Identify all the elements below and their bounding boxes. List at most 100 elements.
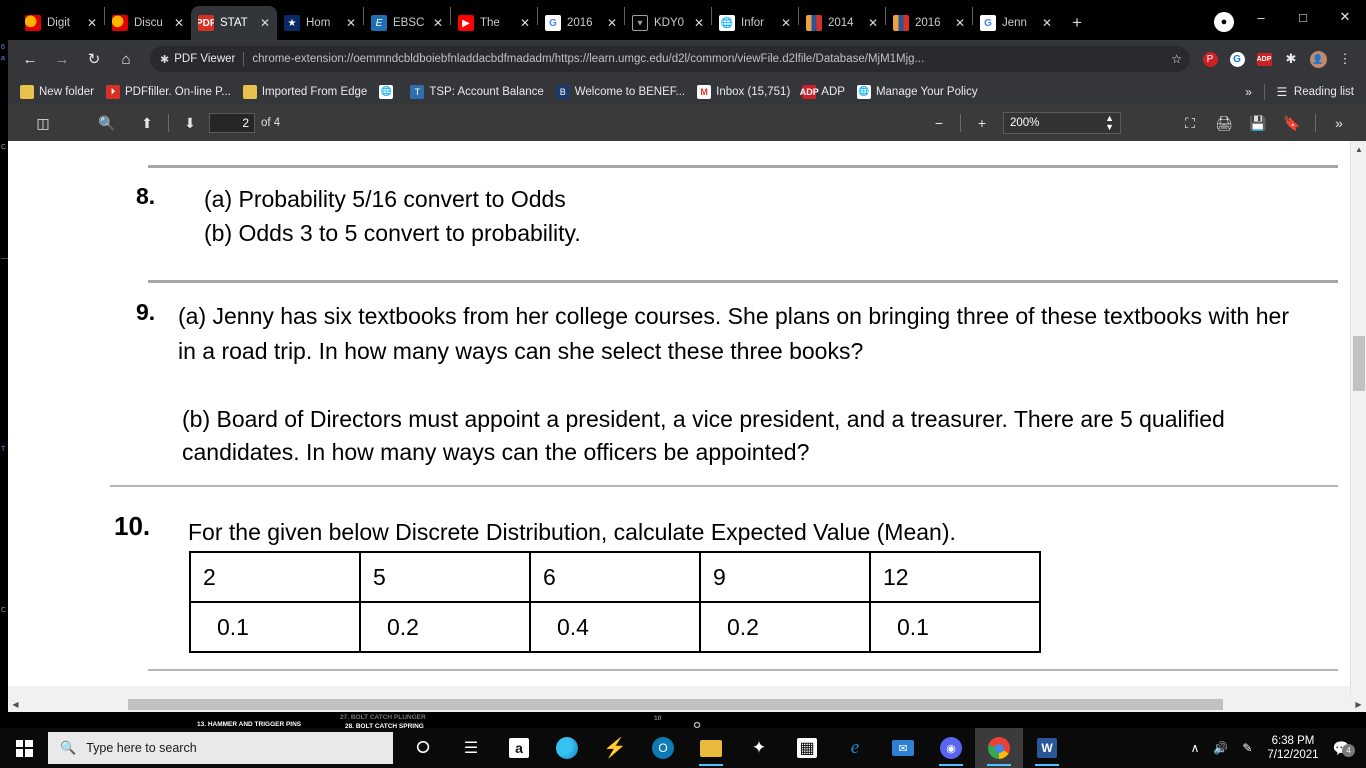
tab-close-icon[interactable]: ✕ (1039, 15, 1055, 31)
bookmark-adp[interactable]: ADP ADP (796, 81, 851, 102)
browser-tab-hom[interactable]: ★ Hom ✕ (277, 6, 363, 40)
bookmarks-overflow-icon[interactable]: » (1237, 85, 1260, 99)
adp-icon[interactable]: ADP (1251, 46, 1277, 72)
reading-list-button[interactable]: ☰ Reading list (1269, 81, 1360, 102)
bookmark-new-folder[interactable]: New folder (14, 81, 100, 102)
browser-tab-infor[interactable]: 🌐 Infor ✕ (712, 6, 798, 40)
tab-close-icon[interactable]: ✕ (691, 15, 707, 31)
browser-tab-the[interactable]: ▶ The ✕ (451, 6, 537, 40)
tab-close-icon[interactable]: ✕ (865, 15, 881, 31)
tab-close-icon[interactable]: ✕ (257, 15, 273, 31)
browser-tab-jenn[interactable]: G Jenn ✕ (973, 6, 1059, 40)
windows-start-icon[interactable] (0, 728, 48, 768)
page-number-input[interactable]: 2 (209, 113, 255, 133)
microsoft-store-icon[interactable]: ▦ (783, 728, 831, 768)
table-cell-value: 12 (869, 551, 1041, 603)
bookmark-tsp-account-balance[interactable]: T TSP: Account Balance (404, 81, 549, 102)
home-icon[interactable]: ⌂ (112, 45, 140, 73)
pinterest-icon[interactable]: P (1197, 46, 1223, 72)
pdf-toolbar-right: − + 200% ▲ ▼ ⛶ 🖨 💾 🔖 » (924, 108, 1356, 138)
pdf-more-icon[interactable]: » (1322, 108, 1356, 138)
bookmark-icon[interactable]: 🔖 (1275, 108, 1309, 138)
more-menu-icon[interactable]: ⋮ (1332, 46, 1358, 72)
divider-rule (148, 165, 1338, 168)
bookmark-imported-from-edge[interactable]: Imported From Edge (237, 81, 373, 102)
back-icon[interactable]: ← (16, 45, 44, 73)
browser-tab-2016-b[interactable]: 2016 ✕ (886, 6, 972, 40)
tab-close-icon[interactable]: ✕ (517, 15, 533, 31)
search-input[interactable]: 🔍 Type here to search (48, 732, 393, 764)
address-bar[interactable]: ✱ PDF Viewer chrome-extension://oemmndcb… (150, 46, 1190, 72)
browser-tab-kdy0[interactable]: ▾ KDY0 ✕ (625, 6, 711, 40)
browser-tab-stat-active[interactable]: PDF STAT ✕ (191, 6, 277, 40)
bookmark-globe-unnamed[interactable]: 🌐 (373, 81, 404, 102)
tab-close-icon[interactable]: ✕ (952, 15, 968, 31)
file-explorer-icon[interactable] (687, 728, 735, 768)
horizontal-scrollbar[interactable]: ◀ ▶ (8, 697, 1366, 712)
internet-explorer-icon[interactable]: e (831, 728, 879, 768)
scroll-up-arrow-icon[interactable]: ▲ (1351, 141, 1366, 158)
browser-tab-discu[interactable]: Discu ✕ (105, 6, 191, 40)
amazon-icon[interactable]: a (495, 728, 543, 768)
avatar[interactable]: ● (1214, 12, 1234, 32)
volume-icon[interactable]: 🔊 (1206, 741, 1235, 755)
bookmark-star-icon[interactable]: ☆ (1171, 52, 1182, 66)
new-tab-button[interactable]: + (1063, 9, 1091, 37)
tab-close-icon[interactable]: ✕ (343, 15, 359, 31)
bookmark-pdffiller[interactable]: ⏵ PDFfiller. On-line P... (100, 81, 237, 102)
tab-close-icon[interactable]: ✕ (430, 15, 446, 31)
download-icon[interactable]: 💾 (1241, 108, 1275, 138)
word-icon[interactable]: W (1023, 728, 1071, 768)
books-icon (893, 15, 909, 31)
reload-icon[interactable]: ↻ (80, 45, 108, 73)
fit-page-icon[interactable]: ⛶ (1173, 108, 1207, 138)
tab-close-icon[interactable]: ✕ (171, 15, 187, 31)
forward-icon[interactable]: → (48, 45, 76, 73)
mail-icon[interactable]: ✉ (879, 728, 927, 768)
google-icon[interactable]: G (1224, 46, 1250, 72)
pen-icon[interactable]: ✎ (1235, 741, 1259, 755)
bookmark-manage-your-policy[interactable]: 🌐 Manage Your Policy (851, 81, 984, 102)
scroll-right-arrow-icon[interactable]: ▶ (1351, 697, 1366, 712)
minimize-button[interactable]: – (1240, 0, 1282, 34)
down-arrow-icon[interactable]: ⬇ (175, 109, 205, 137)
browser-tab-ebsco[interactable]: E EBSC ✕ (364, 6, 450, 40)
extensions-icon[interactable]: ✱ (1278, 46, 1304, 72)
maximize-button[interactable]: □ (1282, 0, 1324, 34)
task-view-icon[interactable]: ☰ (447, 728, 495, 768)
browser-tab-digit[interactable]: Digit ✕ (18, 6, 104, 40)
zoom-in-button[interactable]: + (967, 109, 997, 137)
tray-chevron-icon[interactable]: ∧ (1184, 741, 1207, 755)
horizontal-scrollbar-thumb[interactable] (128, 699, 1223, 710)
pdf-viewport[interactable]: 8. (a) Probability 5/16 convert to Odds … (8, 141, 1366, 712)
discord-icon[interactable]: ◉ (927, 728, 975, 768)
bookmark-label: Inbox (15,751) (716, 85, 791, 98)
browser-tab-2014[interactable]: 2014 ✕ (799, 6, 885, 40)
up-arrow-icon[interactable]: ⬆ (132, 109, 162, 137)
pdf-toolbar-divider (960, 114, 961, 132)
bookmark-inbox[interactable]: M Inbox (15,751) (691, 81, 796, 102)
tab-close-icon[interactable]: ✕ (84, 15, 100, 31)
edge-icon[interactable] (543, 728, 591, 768)
tab-close-icon[interactable]: ✕ (604, 15, 620, 31)
vertical-scrollbar[interactable]: ▲ ▼ (1350, 141, 1366, 712)
avatar-icon[interactable]: 👤 (1305, 46, 1331, 72)
clock[interactable]: 6:38 PM 7/12/2021 (1259, 734, 1326, 762)
opera-icon[interactable]: O (639, 728, 687, 768)
browser-tab-2016-a[interactable]: G 2016 ✕ (538, 6, 624, 40)
sidebar-toggle-icon[interactable]: ◫ (28, 109, 58, 137)
search-icon[interactable]: 🔍 (92, 109, 122, 137)
bolt-icon[interactable]: ⚡ (591, 728, 639, 768)
notification-icon[interactable]: 💬 4 (1327, 740, 1360, 757)
close-button[interactable]: ✕ (1324, 0, 1366, 34)
print-icon[interactable]: 🖨 (1207, 108, 1241, 138)
scroll-left-arrow-icon[interactable]: ◀ (8, 697, 23, 712)
bookmark-welcome-to-benef[interactable]: B Welcome to BENEF... (550, 81, 691, 102)
vertical-scrollbar-thumb[interactable] (1353, 336, 1365, 391)
zoom-select[interactable]: 200% ▲ ▼ (1003, 112, 1121, 134)
tab-close-icon[interactable]: ✕ (778, 15, 794, 31)
zoom-out-button[interactable]: − (924, 109, 954, 137)
dropbox-icon[interactable]: ✦ (735, 728, 783, 768)
chrome-icon[interactable] (975, 728, 1023, 768)
cortana-icon[interactable]: ⭘ (399, 728, 447, 768)
